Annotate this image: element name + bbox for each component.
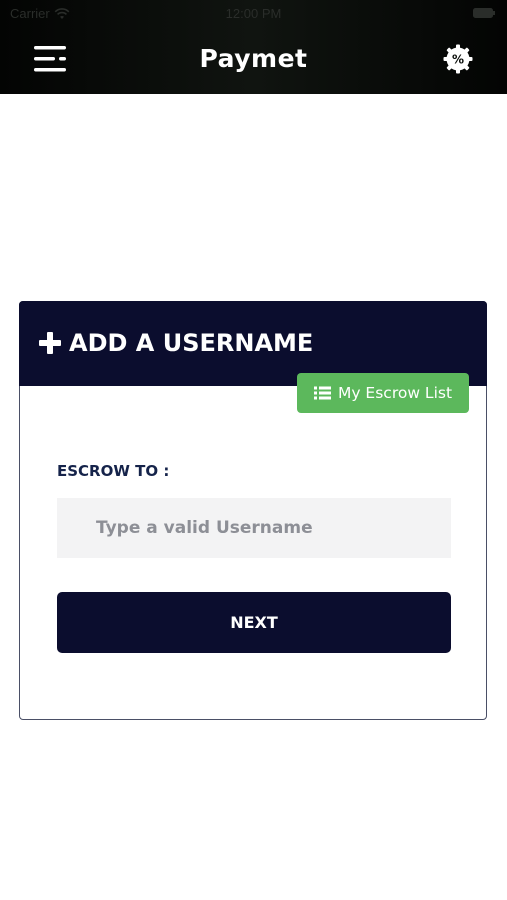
percent-gear-icon: % — [443, 44, 473, 74]
add-username-card: ADD A USERNAME My Escrow List ESCROW TO … — [19, 301, 487, 720]
next-button[interactable]: NEXT — [57, 592, 451, 653]
my-escrow-list-label: My Escrow List — [337, 384, 453, 402]
status-bar: Carrier 12:00 PM — [0, 0, 507, 28]
screen: Carrier 12:00 PM Paymet % ADD A USERNAME… — [0, 0, 507, 900]
my-escrow-list-button[interactable]: My Escrow List — [297, 373, 469, 413]
card-title: ADD A USERNAME — [39, 329, 313, 357]
discount-button[interactable]: % — [443, 44, 473, 74]
top-bar: Carrier 12:00 PM Paymet % — [0, 0, 507, 94]
username-input[interactable] — [57, 498, 451, 558]
list-icon — [313, 386, 331, 400]
status-time: 12:00 PM — [225, 6, 282, 21]
page-title: Paymet — [199, 44, 308, 73]
percent-symbol: % — [452, 53, 464, 67]
card-title-label: ADD A USERNAME — [69, 329, 314, 357]
nav-bar: Paymet % — [0, 28, 507, 94]
plus-icon — [39, 332, 61, 354]
battery-icon — [473, 8, 495, 18]
escrow-to-label: ESCROW TO : — [57, 462, 170, 480]
